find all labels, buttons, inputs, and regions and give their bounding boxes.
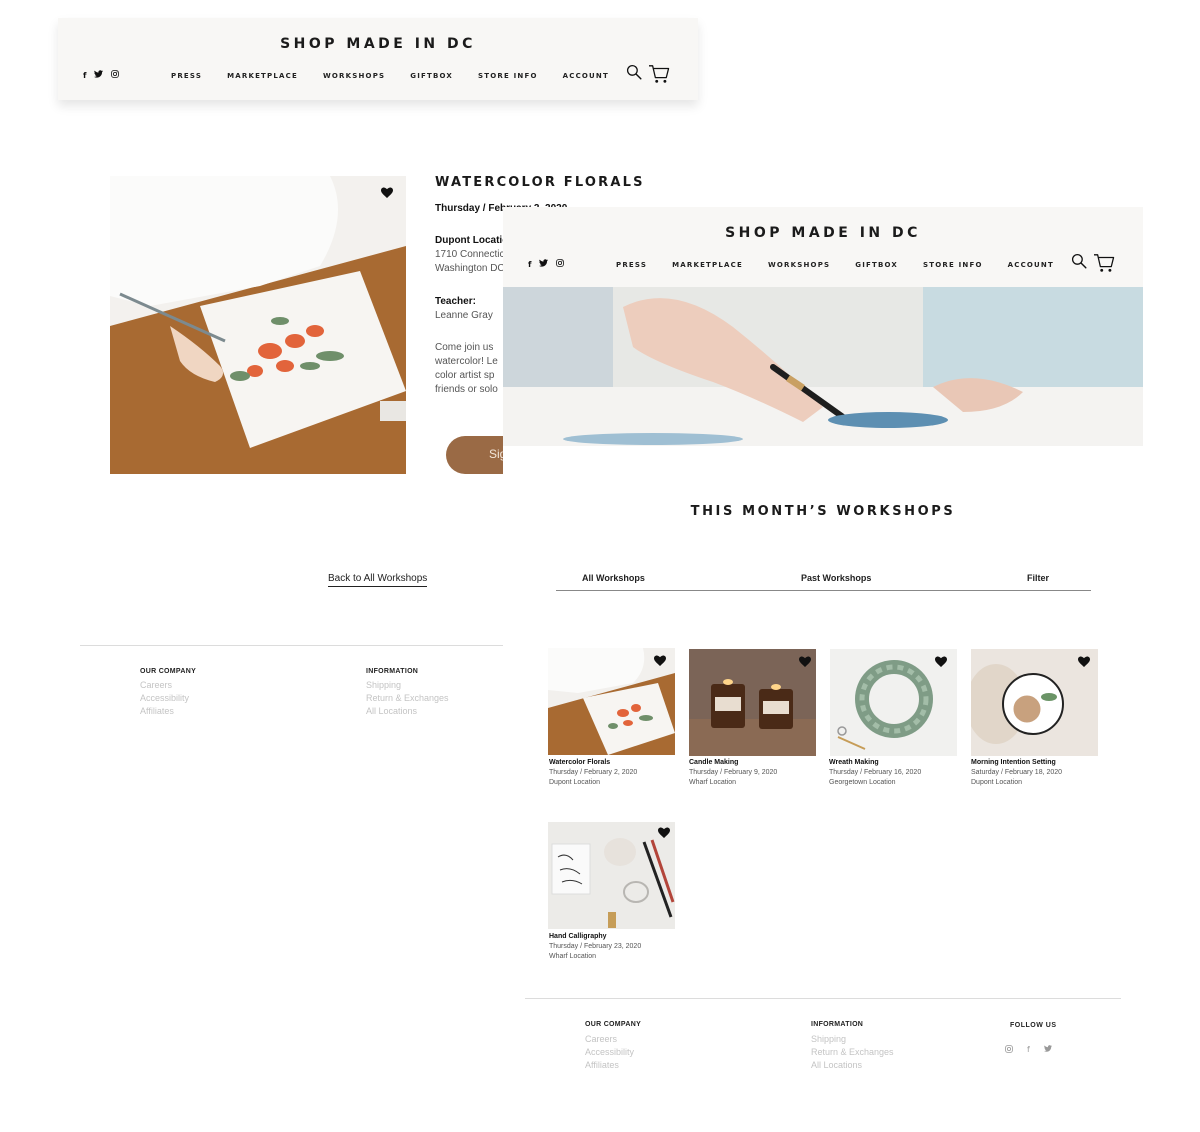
instagram-icon[interactable] <box>111 70 120 81</box>
teacher-heading: Teacher: <box>435 296 476 307</box>
twitter-icon[interactable] <box>94 70 104 81</box>
footer-information-heading: INFORMATION <box>366 668 419 675</box>
footer-link-affiliates[interactable]: Affiliates <box>585 1060 619 1070</box>
hero-banner <box>503 287 1143 446</box>
main-nav: PRESS MARKETPLACE WORKSHOPS GIFTBOX STOR… <box>616 261 1079 269</box>
workshops-listing-page: SHOP MADE IN DC f PRESS MARKETPLACE WORK… <box>503 207 1143 1132</box>
footer-company-heading: OUR COMPANY <box>585 1021 642 1028</box>
nav-account[interactable]: ACCOUNT <box>1008 261 1054 269</box>
header-icons <box>1071 253 1115 273</box>
nav-giftbox[interactable]: GIFTBOX <box>410 72 453 80</box>
workshop-card-title[interactable]: Watercolor Florals <box>549 759 610 766</box>
footer-link-careers[interactable]: Careers <box>585 1034 617 1044</box>
workshop-tabs: All Workshops Past Workshops Filter <box>556 571 1091 591</box>
nav-marketplace[interactable]: MARKETPLACE <box>227 72 298 80</box>
workshop-card-date: Saturday / February 18, 2020 <box>971 769 1063 776</box>
workshop-card-location: Wharf Location <box>689 779 737 786</box>
footer-link-affiliates[interactable]: Affiliates <box>140 706 174 716</box>
heart-icon[interactable] <box>1078 656 1090 668</box>
search-icon[interactable] <box>626 64 642 80</box>
back-to-workshops-link[interactable]: Back to All Workshops <box>328 573 428 587</box>
tab-filter[interactable]: Filter <box>1027 573 1049 583</box>
description-line: friends or solo <box>435 384 498 395</box>
workshop-photo <box>110 176 406 474</box>
footer-divider <box>525 998 1121 999</box>
heart-icon[interactable] <box>799 656 811 668</box>
footer-information-heading: INFORMATION <box>811 1021 864 1028</box>
workshop-card-date: Thursday / February 16, 2020 <box>829 769 922 776</box>
tab-past-workshops[interactable]: Past Workshops <box>801 573 871 583</box>
footer-link-shipping[interactable]: Shipping <box>366 680 401 690</box>
social-links: f <box>528 259 565 270</box>
workshop-card-title[interactable]: Hand Calligraphy <box>549 933 607 940</box>
site-header: SHOP MADE IN DC f PRESS MARKETPLACE WORK… <box>503 207 1143 287</box>
instagram-icon[interactable] <box>556 259 565 270</box>
facebook-icon[interactable]: f <box>1027 1045 1030 1056</box>
search-icon[interactable] <box>1071 253 1087 269</box>
facebook-icon[interactable]: f <box>83 71 86 81</box>
footer-company-heading: OUR COMPANY <box>140 668 197 675</box>
nav-marketplace[interactable]: MARKETPLACE <box>672 261 743 269</box>
nav-workshops[interactable]: WORKSHOPS <box>323 72 385 80</box>
workshop-card-image[interactable] <box>971 649 1098 756</box>
footer-link-returns[interactable]: Return & Exchanges <box>366 693 449 703</box>
footer-link-locations[interactable]: All Locations <box>366 706 417 716</box>
footer-divider <box>80 645 510 646</box>
address-line: Washington DC <box>435 263 505 274</box>
heart-icon[interactable] <box>935 656 947 668</box>
heart-icon[interactable] <box>381 187 393 199</box>
nav-account[interactable]: ACCOUNT <box>563 72 609 80</box>
footer-link-returns[interactable]: Return & Exchanges <box>811 1047 894 1057</box>
footer-link-accessibility[interactable]: Accessibility <box>140 693 189 703</box>
workshop-card-title[interactable]: Morning Intention Setting <box>971 759 1056 766</box>
workshop-card-image[interactable] <box>689 649 816 756</box>
description-line: watercolor! Le <box>435 356 498 367</box>
footer-link-accessibility[interactable]: Accessibility <box>585 1047 634 1057</box>
description-line: color artist sp <box>435 370 495 381</box>
workshop-card-location: Dupont Location <box>549 779 600 786</box>
instagram-icon[interactable] <box>1005 1045 1013 1056</box>
footer-link-careers[interactable]: Careers <box>140 680 172 690</box>
heart-icon[interactable] <box>658 827 670 839</box>
facebook-icon[interactable]: f <box>528 260 531 270</box>
footer-link-shipping[interactable]: Shipping <box>811 1034 846 1044</box>
nav-press[interactable]: PRESS <box>616 261 647 269</box>
cart-icon[interactable] <box>1093 253 1115 273</box>
workshop-card-date: Thursday / February 2, 2020 <box>549 769 638 776</box>
follow-us-heading: FOLLOW US <box>1010 1022 1057 1029</box>
main-nav: PRESS MARKETPLACE WORKSHOPS GIFTBOX STOR… <box>171 72 634 80</box>
workshop-card-title[interactable]: Wreath Making <box>829 759 879 766</box>
header-icons <box>626 64 670 84</box>
brand-logo[interactable]: SHOP MADE IN DC <box>503 225 1143 241</box>
site-header: SHOP MADE IN DC f PRESS MARKETPLACE WORK… <box>58 18 698 100</box>
workshop-card-image[interactable] <box>548 822 675 929</box>
workshop-card-image[interactable] <box>830 649 957 756</box>
twitter-icon[interactable] <box>539 259 549 270</box>
section-heading: THIS MONTH’S WORKSHOPS <box>690 504 956 519</box>
teacher-name: Leanne Gray <box>435 310 493 321</box>
cart-icon[interactable] <box>648 64 670 84</box>
heart-icon[interactable] <box>654 655 666 667</box>
twitter-icon[interactable] <box>1043 1045 1052 1056</box>
tab-all-workshops[interactable]: All Workshops <box>582 573 645 583</box>
workshop-card-image[interactable] <box>548 648 675 755</box>
nav-store-info[interactable]: STORE INFO <box>923 261 983 269</box>
social-links: f <box>83 70 120 81</box>
workshop-card-title[interactable]: Candle Making <box>689 759 738 766</box>
follow-social-icons: f <box>1005 1045 1052 1056</box>
workshop-card-date: Thursday / February 9, 2020 <box>689 769 778 776</box>
workshop-card-location: Georgetown Location <box>829 779 896 786</box>
workshop-card-date: Thursday / February 23, 2020 <box>549 943 642 950</box>
nav-giftbox[interactable]: GIFTBOX <box>855 261 898 269</box>
workshop-title: WATERCOLOR FLORALS <box>435 175 645 190</box>
workshop-card-location: Wharf Location <box>549 953 597 960</box>
nav-workshops[interactable]: WORKSHOPS <box>768 261 830 269</box>
workshop-card-location: Dupont Location <box>971 779 1022 786</box>
brand-logo[interactable]: SHOP MADE IN DC <box>58 36 698 52</box>
description-line: Come join us <box>435 342 494 353</box>
nav-store-info[interactable]: STORE INFO <box>478 72 538 80</box>
nav-press[interactable]: PRESS <box>171 72 202 80</box>
footer-link-locations[interactable]: All Locations <box>811 1060 862 1070</box>
